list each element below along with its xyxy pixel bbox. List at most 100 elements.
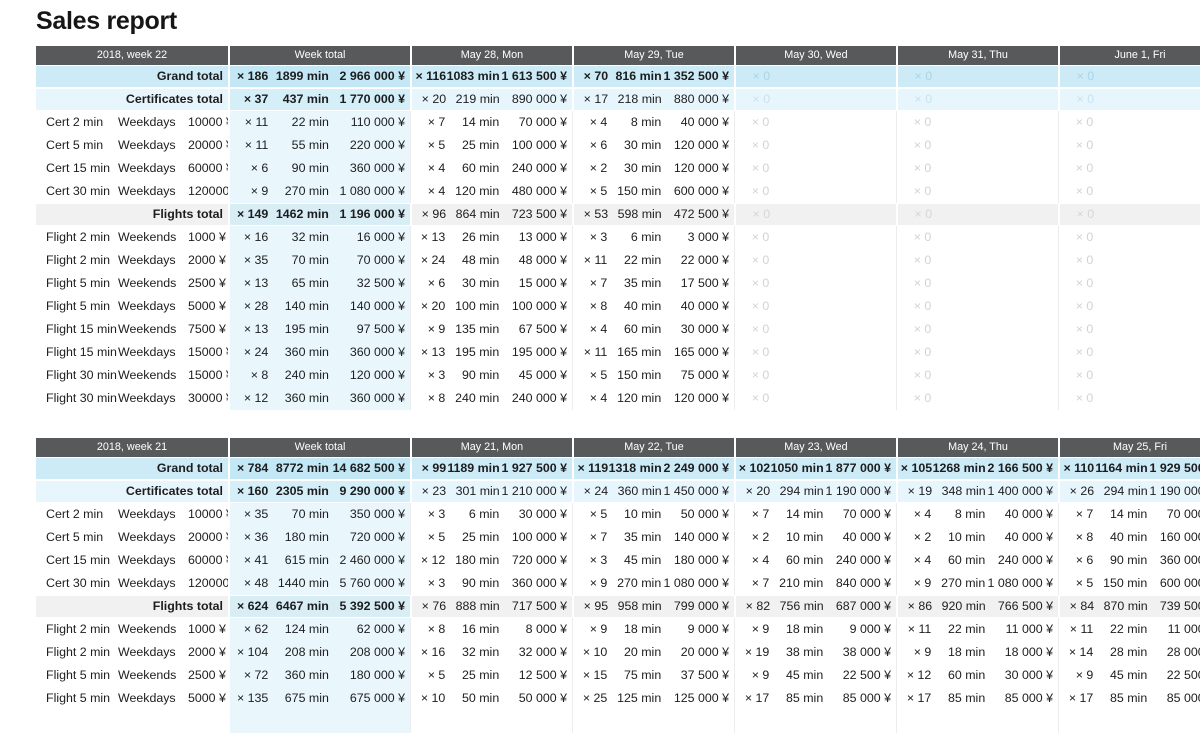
qty-value: × 11 [575,345,607,359]
service-name: Flight 2 min [46,230,118,244]
day-cell: × 0 [734,111,896,134]
unit-price: 5000 ¥ [188,299,226,313]
amount-value: 85 000 ¥ [823,691,891,705]
service-name: Flight 5 min [46,276,118,290]
qty-value: × 19 [737,645,769,659]
amount-value: 17 500 ¥ [661,276,729,290]
qty-value: × 24 [576,484,608,498]
amount-value: 1 210 000 ¥ [500,484,567,498]
qty-value: × 16 [232,230,268,244]
service-name: Flight 30 min [46,391,118,405]
qty-value: × 9 [737,668,769,682]
data-row: Cert 30 minWeekdays120000 ¥× 9270 min1 0… [36,180,1200,203]
page-title: Sales report [36,8,1200,36]
minutes-value: 360 min [608,484,662,498]
minutes-value: 675 min [268,691,329,705]
minutes-value: 25 min [445,668,499,682]
amount-value: 37 500 ¥ [661,668,729,682]
row-label: Flights total [36,596,228,617]
qty-value: × 2 [899,530,931,544]
amount-value: 360 000 ¥ [329,345,405,359]
day-cell: × 0 [734,341,896,364]
minutes-value: 60 min [445,161,499,175]
day-cell: × 1050 min50 000 ¥ [410,687,572,710]
row-label: Flight 2 minWeekdays2000 ¥ [36,249,228,272]
row-label: Flight 5 minWeekdays5000 ¥ [36,295,228,318]
qty-value: × 53 [576,207,608,221]
amount-value: 32 500 ¥ [329,276,405,290]
minutes-value: 180 min [268,530,329,544]
unit-price: 2000 ¥ [188,253,226,267]
week-total-cell: × 3570 min350 000 ¥ [228,503,410,526]
day-cell: × 1326 min13 000 ¥ [410,226,572,249]
day-cell: × 1938 min38 000 ¥ [734,641,896,664]
qty-value: × 20 [413,299,445,313]
data-row: Flight 5 minWeekdays5000 ¥× 28140 min140… [36,295,1200,318]
amount-value: 120 000 ¥ [329,368,405,382]
data-row: Cert 15 minWeekdays60000 ¥× 41615 min2 4… [36,549,1200,572]
column-header: May 21, Mon [410,438,572,457]
qty-value: × 4 [899,553,931,567]
qty-value: × 95 [576,599,608,613]
day-cell: × 210 min40 000 ¥ [896,526,1058,549]
row-label: Grand total [36,66,228,87]
minutes-value: 195 min [268,322,329,336]
amount-value: 1 080 000 ¥ [985,576,1053,590]
qty-value: × 76 [414,599,446,613]
minutes-value: 120 min [445,184,499,198]
service-name: Cert 30 min [46,184,118,198]
minutes-value: 8 min [607,115,661,129]
qty-value: × 19 [900,484,932,498]
minutes-value: 32 min [445,645,499,659]
data-row: Flight 5 minWeekdays5000 ¥× 135675 min67… [36,687,1200,710]
minutes-value: 8772 min [268,461,329,475]
amount-value: 1 770 000 ¥ [329,92,405,106]
amount-value: 360 000 ¥ [1147,553,1200,567]
data-row: Cert 15 minWeekdays60000 ¥× 690 min360 0… [36,157,1200,180]
schedule-label: Weekends [118,230,188,244]
day-cell: × 86920 min766 500 ¥ [896,596,1058,617]
minutes-value: 816 min [608,69,662,83]
unit-price: 7500 ¥ [188,322,226,336]
amount-value: 67 500 ¥ [499,322,567,336]
day-cell: × 918 min9 000 ¥ [734,618,896,641]
row-label: Cert 2 minWeekdays10000 ¥ [36,111,228,134]
amount-value: 40 000 ¥ [661,115,729,129]
minutes-value: 294 min [1094,484,1148,498]
qty-value: × 9 [413,322,445,336]
qty-value: × 48 [232,576,268,590]
week-total-cell: × 7848772 min14 682 500 ¥ [228,458,410,479]
minutes-value: 360 min [268,668,329,682]
unit-price: 20000 ¥ [188,138,233,152]
minutes-value: 85 min [1093,691,1147,705]
amount-value: 2 166 500 ¥ [986,461,1053,475]
minutes-value: 1164 min [1094,461,1148,475]
amount-value: 5 760 000 ¥ [329,576,405,590]
minutes-value: 135 min [445,322,499,336]
day-cell: × 1020 min20 000 ¥ [572,641,734,664]
day-cell: × 460 min30 000 ¥ [572,318,734,341]
minutes-value: 165 min [607,345,661,359]
day-cell: × 945 min22 500 ¥ [734,664,896,687]
qty-value: × 84 [1062,599,1094,613]
amount-value: 120 000 ¥ [661,161,729,175]
week-total-cell: × 37437 min1 770 000 ¥ [228,89,410,110]
minutes-value: 6 min [445,507,499,521]
minutes-value: 1268 min [932,461,986,475]
qty-value: × 0 [1061,138,1093,152]
amount-value: 100 000 ¥ [499,138,567,152]
minutes-value: 45 min [607,553,661,567]
row-label: Flight 5 minWeekdays5000 ¥ [36,687,228,710]
day-cell: × 0 [896,226,1058,249]
qty-value: × 6 [1061,553,1093,567]
qty-value: × 8 [232,368,268,382]
qty-value: × 104 [232,645,268,659]
day-cell: × 690 min360 000 ¥ [1058,549,1200,572]
qty-value: × 0 [1062,69,1094,83]
day-cell: × 25125 min125 000 ¥ [572,687,734,710]
qty-value: × 3 [413,576,445,590]
minutes-value: 85 min [769,691,823,705]
qty-value: × 0 [1061,368,1093,382]
schedule-label: Weekdays [118,645,188,659]
qty-value: × 0 [737,322,769,336]
